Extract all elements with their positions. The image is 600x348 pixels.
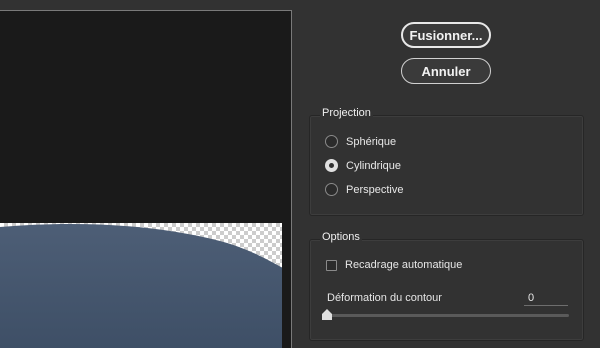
radio-cylindrical[interactable]: Cylindrique bbox=[325, 159, 401, 172]
boundary-warp-input[interactable] bbox=[524, 290, 568, 306]
auto-crop-label: Recadrage automatique bbox=[345, 259, 463, 271]
merge-button[interactable]: Fusionner... bbox=[401, 22, 491, 48]
auto-crop-checkbox[interactable] bbox=[326, 259, 337, 271]
auto-crop-checkbox-row[interactable]: Recadrage automatique bbox=[326, 259, 462, 271]
boundary-warp-slider[interactable] bbox=[324, 314, 569, 317]
cancel-button[interactable]: Annuler bbox=[401, 58, 491, 84]
panorama-preview bbox=[0, 10, 292, 348]
radio-label: Cylindrique bbox=[346, 159, 402, 172]
radio-button[interactable] bbox=[325, 159, 338, 172]
options-group: Options Recadrage automatique Déformatio… bbox=[309, 231, 584, 341]
radio-perspective[interactable]: Perspective bbox=[325, 183, 403, 196]
radio-label: Sphérique bbox=[346, 135, 397, 148]
preview-image bbox=[0, 223, 291, 348]
radio-button[interactable] bbox=[325, 135, 338, 148]
slider-thumb[interactable] bbox=[322, 309, 332, 320]
radio-spherical[interactable]: Sphérique bbox=[325, 135, 396, 148]
options-title: Options bbox=[320, 231, 362, 243]
boundary-warp-label: Déformation du contour bbox=[327, 292, 442, 304]
radio-label: Perspective bbox=[346, 183, 404, 196]
radio-button[interactable] bbox=[325, 183, 338, 196]
projection-group: Projection Sphérique Cylindrique Perspec… bbox=[309, 107, 584, 216]
projection-title: Projection bbox=[320, 107, 373, 119]
